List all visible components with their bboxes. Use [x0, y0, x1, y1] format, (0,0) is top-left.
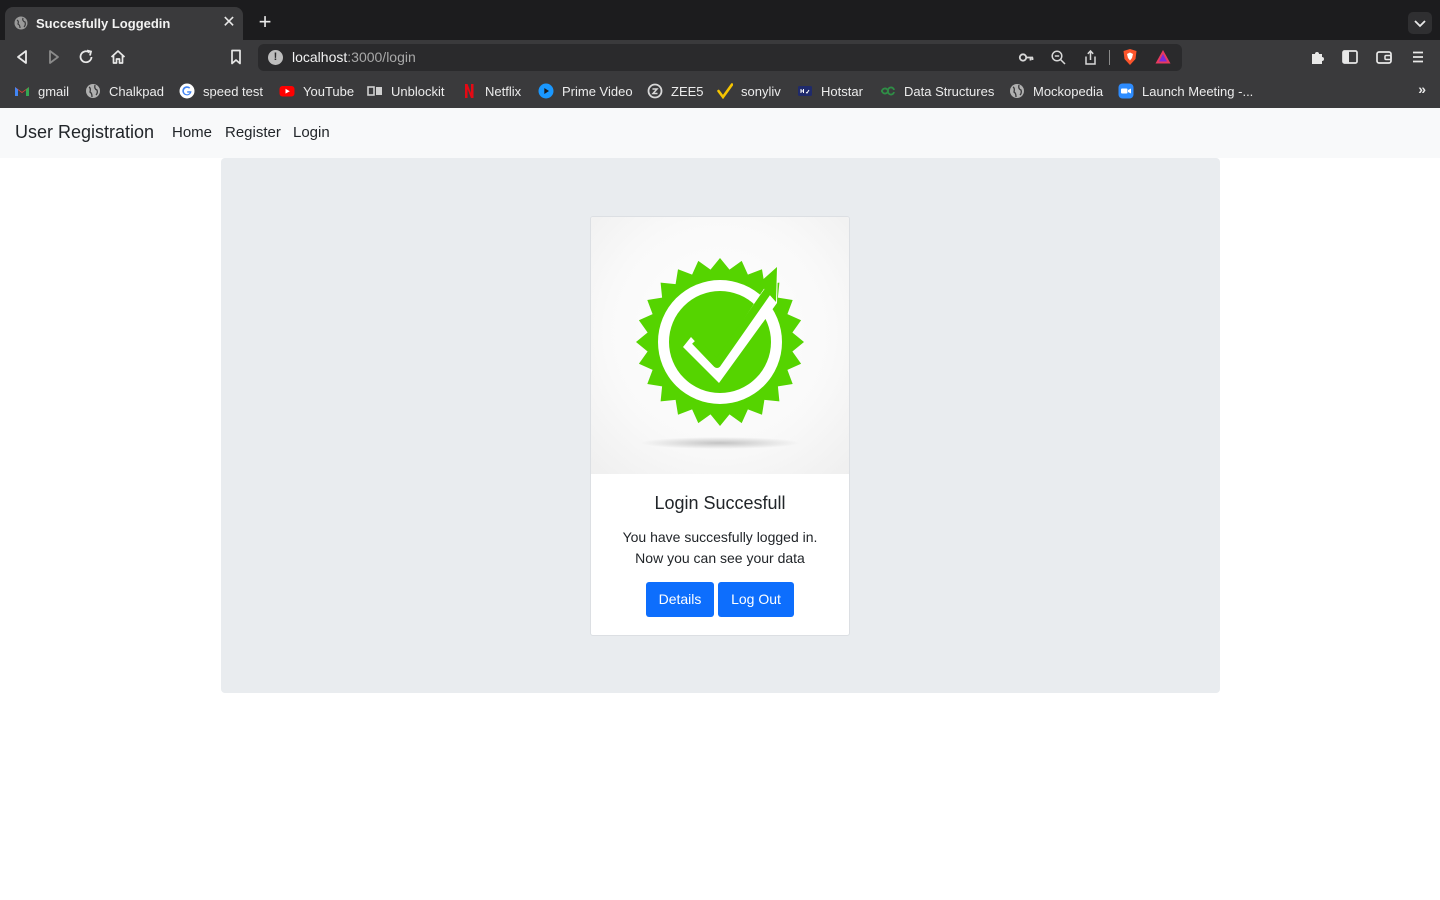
tab-list-button[interactable]: [1408, 12, 1432, 34]
browser-toolbar: ! localhost:3000/login: [0, 40, 1440, 74]
success-image: [591, 217, 849, 474]
card-text-line-2: Now you can see your data: [635, 550, 805, 566]
bookmark-icon[interactable]: [226, 47, 246, 67]
bookmark-prime-video[interactable]: Prime Video: [538, 82, 633, 100]
bookmark-data-structures[interactable]: Data Structures: [880, 82, 994, 100]
browser-tabstrip: Succesfully Loggedin ✕ +: [0, 0, 1440, 40]
forward-icon[interactable]: [44, 47, 64, 67]
bookmark-unblockit[interactable]: Unblockit: [367, 82, 444, 100]
bookmark-hotstar[interactable]: Hotstar: [797, 82, 863, 100]
bookmarks-bar: gmail Chalkpad speed test YouTube Unbloc…: [0, 74, 1440, 108]
chevron-down-icon: [1414, 20, 1426, 28]
menu-icon[interactable]: [1408, 47, 1428, 67]
home-icon[interactable]: [108, 47, 128, 67]
tab-title: Succesfully Loggedin: [36, 16, 171, 31]
nav-link-login[interactable]: Login: [293, 124, 330, 141]
browser-tab-active[interactable]: Succesfully Loggedin ✕: [5, 7, 243, 40]
tab-close-icon[interactable]: ✕: [220, 14, 238, 32]
nav-link-register[interactable]: Register: [225, 124, 281, 141]
back-icon[interactable]: [12, 47, 32, 67]
bookmark-speed-test[interactable]: speed test: [179, 82, 263, 100]
address-bar[interactable]: ! localhost:3000/login: [258, 44, 1182, 71]
share-icon[interactable]: [1082, 49, 1099, 66]
card-title: Login Succesfull: [654, 493, 786, 513]
bookmark-chalkpad[interactable]: Chalkpad: [85, 82, 164, 100]
gmail-icon: [15, 87, 29, 96]
url-text[interactable]: localhost:3000/login: [292, 49, 416, 65]
globe-icon: [86, 84, 100, 98]
brave-rewards-icon[interactable]: [1154, 48, 1172, 66]
app-navbar: User Registration Home Register Login: [0, 108, 1440, 158]
extensions-icon[interactable]: [1308, 47, 1328, 67]
bookmark-mockopedia[interactable]: Mockopedia: [1009, 82, 1103, 100]
bookmarks-overflow-icon[interactable]: »: [1418, 81, 1426, 97]
logout-button[interactable]: Log Out: [718, 582, 794, 617]
globe-icon: [14, 16, 28, 30]
url-separator: [1109, 50, 1110, 65]
sonyliv-icon: [717, 83, 733, 99]
key-icon[interactable]: [1018, 49, 1035, 66]
bookmark-youtube[interactable]: YouTube: [279, 82, 354, 100]
bookmark-launch-meeting[interactable]: Launch Meeting -...: [1118, 82, 1253, 100]
data-structures-icon: [881, 86, 895, 96]
brave-shield-icon[interactable]: [1121, 48, 1139, 66]
netflix-icon: [465, 84, 474, 98]
navbar-brand[interactable]: User Registration: [15, 122, 154, 143]
bookmark-netflix[interactable]: Netflix: [461, 82, 521, 100]
hotstar-icon: [798, 86, 812, 96]
site-info-icon[interactable]: !: [268, 50, 283, 65]
nav-link-home[interactable]: Home: [172, 124, 212, 141]
new-tab-plus-icon[interactable]: +: [255, 11, 275, 33]
card-text: You have succesfully logged in. Now you …: [591, 527, 849, 569]
verified-check-badge-icon: [636, 258, 804, 449]
bookmark-zee5[interactable]: ZEE5: [647, 82, 704, 100]
card-text-line-1: You have succesfully logged in.: [622, 529, 818, 545]
wallet-icon[interactable]: [1374, 47, 1394, 67]
login-success-card: Login Succesfull You have succesfully lo…: [590, 216, 850, 636]
content-panel: Login Succesfull You have succesfully lo…: [221, 158, 1220, 693]
youtube-icon: [279, 86, 295, 97]
zee5-icon: [647, 83, 663, 99]
unblockit-icon: [367, 86, 382, 96]
sidebar-toggle-icon[interactable]: [1340, 47, 1360, 67]
bookmark-gmail[interactable]: gmail: [14, 82, 69, 100]
prime-video-icon: [538, 83, 554, 99]
zoom-icon: [1118, 83, 1134, 99]
zoom-out-icon[interactable]: [1050, 49, 1067, 66]
reload-icon[interactable]: [76, 47, 96, 67]
globe-icon: [1010, 84, 1024, 98]
bookmark-sonyliv[interactable]: sonyliv: [717, 82, 781, 100]
google-icon: [179, 83, 195, 99]
details-button[interactable]: Details: [646, 582, 714, 617]
